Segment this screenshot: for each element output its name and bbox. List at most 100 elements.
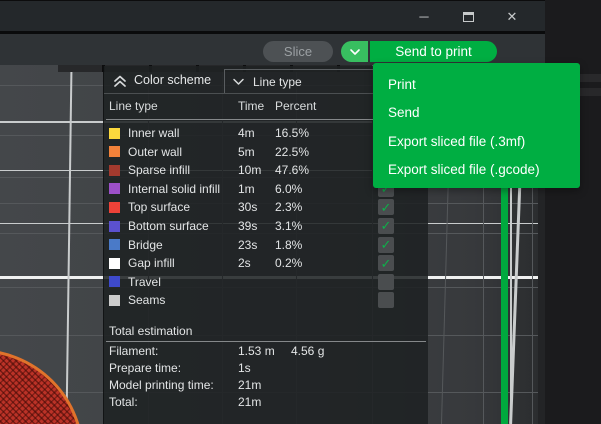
totals-rows: Filament: 1.53 m 4.56 g Prepare time: 1s Mode…: [104, 343, 428, 411]
line-type-color-swatch: [109, 221, 120, 232]
line-type-percent: 6.0%: [275, 182, 302, 196]
total-value: 21m: [238, 395, 261, 409]
minimize-button[interactable]: ─: [413, 6, 435, 28]
restore-button[interactable]: [457, 6, 479, 28]
total-label: Filament:: [109, 344, 158, 358]
top-toolbar: Slice Send to print: [0, 34, 545, 65]
line-type-percent: 2.3%: [275, 200, 302, 214]
line-type-visibility-checkbox[interactable]: [378, 274, 394, 290]
restore-icon: [463, 12, 474, 22]
close-icon: ✕: [507, 9, 518, 25]
view-mode-value: Line type: [253, 75, 302, 89]
line-type-time: 39s: [238, 219, 257, 233]
total-row: Prepare time: 1s: [104, 360, 428, 377]
legend-row: Travel: [104, 273, 428, 292]
line-type-color-swatch: [109, 165, 120, 176]
legend-row: Top surface 30s 2.3% ✓: [104, 198, 428, 217]
line-type-time: 23s: [238, 238, 257, 252]
line-type-color-swatch: [109, 295, 120, 306]
window-controls: ─ ✕: [413, 1, 523, 32]
column-header-line-type: Line type: [109, 99, 158, 113]
sliced-model-disc[interactable]: [0, 349, 84, 424]
line-type-visibility-checkbox[interactable]: ✓: [378, 237, 394, 253]
menu-item[interactable]: Export sliced file (.gcode): [373, 156, 580, 185]
total-row: Total: 21m: [104, 394, 428, 411]
legend-row: Bridge 23s 1.8% ✓: [104, 236, 428, 255]
checkmark-icon: ✓: [381, 201, 392, 214]
total-row: Model printing time: 21m: [104, 377, 428, 394]
line-type-time: 2s: [238, 256, 251, 270]
background-window-fragment: [578, 74, 601, 82]
line-type-color-swatch: [109, 258, 120, 269]
line-type-label: Sparse infill: [128, 163, 190, 177]
send-options-dropdown-button[interactable]: [341, 41, 368, 62]
close-button[interactable]: ✕: [501, 6, 523, 28]
checkmark-icon: ✓: [381, 219, 392, 232]
total-value: 1s: [238, 361, 251, 375]
total-value: 1.53 m: [238, 344, 275, 358]
line-type-color-swatch: [109, 202, 120, 213]
chevron-down-icon: [349, 48, 361, 56]
line-type-percent: 47.6%: [275, 163, 309, 177]
column-header-percent: Percent: [275, 99, 316, 113]
total-label: Total:: [109, 395, 138, 409]
totals-title: Total estimation: [109, 324, 192, 338]
line-type-percent: 22.5%: [275, 145, 309, 159]
send-to-print-button[interactable]: Send to print: [370, 41, 497, 62]
menu-item[interactable]: Send: [373, 99, 580, 128]
line-type-label: Bridge: [128, 238, 163, 252]
collapse-panel-icon[interactable]: [112, 73, 128, 88]
line-type-label: Inner wall: [128, 126, 179, 140]
divider: [106, 341, 426, 342]
total-row: Filament: 1.53 m 4.56 g: [104, 343, 428, 360]
column-header-time: Time: [238, 99, 264, 113]
line-type-time: 1m: [238, 182, 255, 196]
legend-row: Gap infill 2s 0.2% ✓: [104, 254, 428, 273]
menu-item[interactable]: Export sliced file (.3mf): [373, 127, 580, 156]
slice-button[interactable]: Slice: [263, 41, 333, 62]
total-label: Prepare time:: [109, 361, 181, 375]
line-type-time: 10m: [238, 163, 261, 177]
chevron-down-icon: [232, 77, 245, 86]
background-window-fragment: [578, 88, 601, 96]
checkmark-icon: ✓: [381, 257, 392, 270]
checkmark-icon: ✓: [381, 238, 392, 251]
line-type-color-swatch: [109, 239, 120, 250]
line-type-color-swatch: [109, 146, 120, 157]
line-type-label: Gap infill: [128, 256, 175, 270]
line-type-label: Seams: [128, 293, 165, 307]
line-type-time: 30s: [238, 200, 257, 214]
total-value-2: 4.56 g: [291, 344, 324, 358]
line-type-percent: 0.2%: [275, 256, 302, 270]
total-label: Model printing time:: [109, 378, 214, 392]
line-type-label: Top surface: [128, 200, 190, 214]
line-type-visibility-checkbox[interactable]: ✓: [378, 199, 394, 215]
line-type-visibility-checkbox[interactable]: ✓: [378, 255, 394, 271]
line-type-color-swatch: [109, 276, 120, 287]
line-type-percent: 16.5%: [275, 126, 309, 140]
line-type-label: Bottom surface: [128, 219, 209, 233]
line-type-label: Outer wall: [128, 145, 182, 159]
total-value: 21m: [238, 378, 261, 392]
line-type-label: Internal solid infill: [128, 182, 220, 196]
send-to-print-menu: PrintSendExport sliced file (.3mf)Export…: [373, 63, 580, 188]
legend-row: Bottom surface 39s 3.1% ✓: [104, 217, 428, 236]
line-type-label: Travel: [128, 275, 161, 289]
title-bar: ─ ✕: [0, 0, 545, 31]
line-type-percent: 1.8%: [275, 238, 302, 252]
app-window: ─ ✕ Slice Send to print: [0, 0, 601, 424]
menu-item[interactable]: Print: [373, 70, 580, 99]
legend-row: Seams: [104, 291, 428, 310]
grid-line: [65, 65, 72, 424]
slice-button-label: Slice: [284, 44, 312, 59]
minimize-icon: ─: [419, 9, 428, 24]
line-type-percent: 3.1%: [275, 219, 302, 233]
line-type-time: 5m: [238, 145, 255, 159]
panel-title: Color scheme: [134, 73, 211, 87]
line-type-visibility-checkbox[interactable]: ✓: [378, 218, 394, 234]
line-type-time: 4m: [238, 126, 255, 140]
line-type-color-swatch: [109, 183, 120, 194]
send-to-print-label: Send to print: [395, 44, 472, 59]
line-type-visibility-checkbox[interactable]: [378, 292, 394, 308]
line-type-color-swatch: [109, 128, 120, 139]
